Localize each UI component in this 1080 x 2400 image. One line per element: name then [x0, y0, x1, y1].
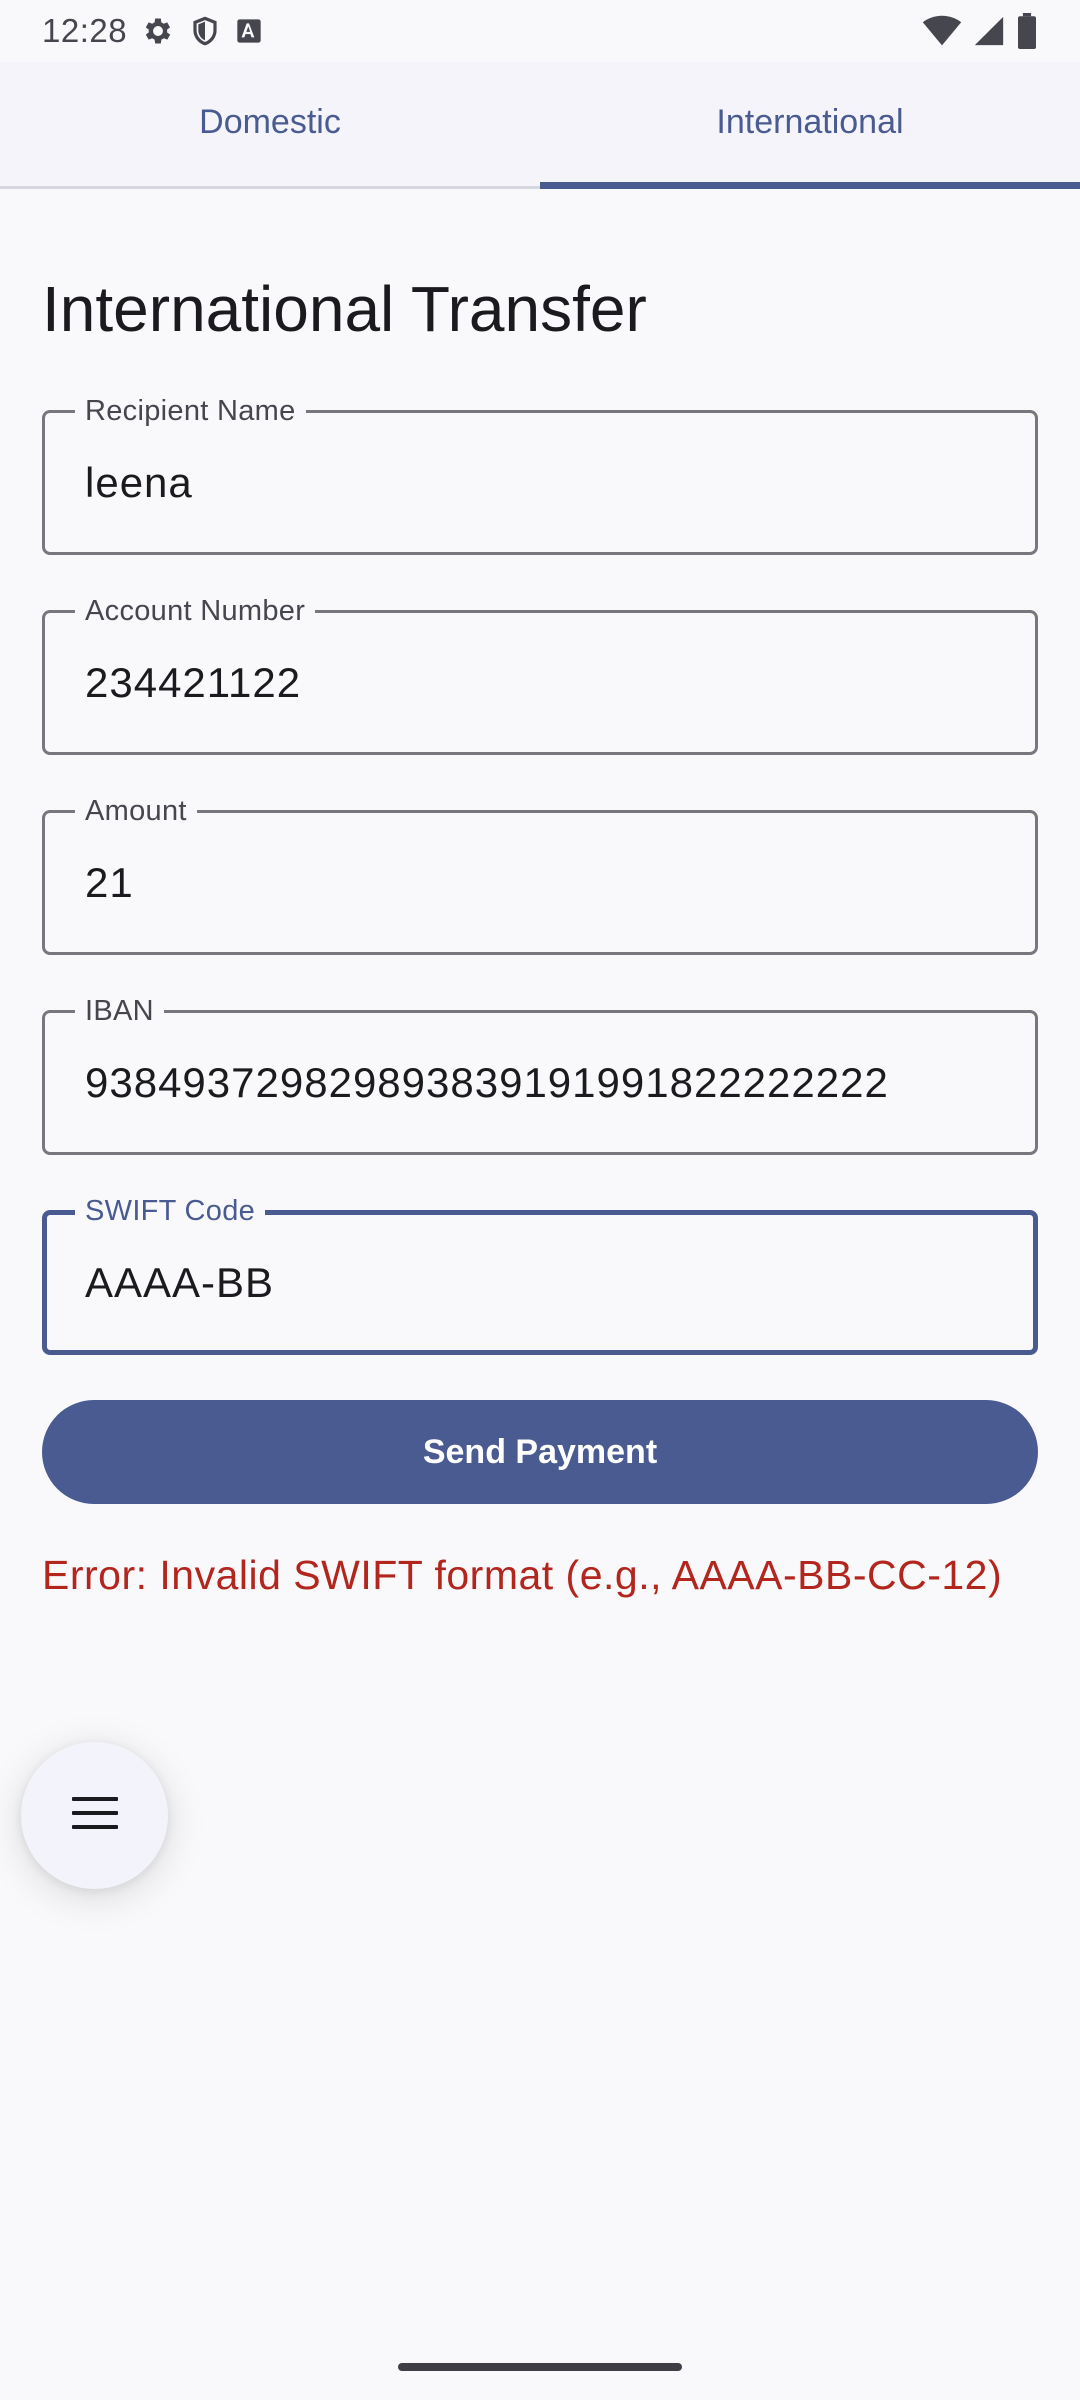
amount-field[interactable]: Amount 21 — [42, 794, 1038, 955]
account-number-field[interactable]: Account Number 234421122 — [42, 594, 1038, 755]
status-bar: 12:28 — [0, 0, 1080, 62]
amount-label: Amount — [75, 794, 197, 828]
menu-icon — [71, 1795, 119, 1836]
recipient-name-field[interactable]: Recipient Name leena — [42, 394, 1038, 555]
recipient-name-value[interactable]: leena — [85, 459, 193, 507]
status-right — [922, 13, 1038, 49]
account-number-value[interactable]: 234421122 — [85, 659, 301, 707]
gear-icon — [141, 14, 175, 48]
swift-code-label: SWIFT Code — [75, 1194, 266, 1228]
status-left: 12:28 — [42, 12, 263, 50]
tab-international[interactable]: International — [540, 62, 1080, 189]
recipient-name-label: Recipient Name — [75, 394, 306, 428]
home-indicator[interactable] — [398, 2363, 682, 2371]
wifi-icon — [922, 15, 962, 47]
iban-label: IBAN — [75, 994, 164, 1028]
page-title: International Transfer — [42, 273, 647, 345]
cell-signal-icon — [972, 14, 1006, 48]
send-payment-button[interactable]: Send Payment — [42, 1400, 1038, 1504]
amount-value[interactable]: 21 — [85, 859, 134, 907]
swift-code-value[interactable]: AAAA-BB — [85, 1259, 274, 1307]
battery-icon — [1016, 13, 1038, 49]
shield-icon — [189, 14, 221, 48]
tab-bar: Domestic International — [0, 62, 1080, 189]
account-number-label: Account Number — [75, 594, 316, 628]
error-message: Error: Invalid SWIFT format (e.g., AAAA-… — [42, 1552, 1003, 1598]
iban-value[interactable]: 938493729829893839191991822222222 — [85, 1059, 889, 1107]
menu-fab[interactable] — [21, 1742, 168, 1889]
swift-code-field[interactable]: SWIFT Code AAAA-BB — [42, 1194, 1038, 1355]
iban-field[interactable]: IBAN 938493729829893839191991822222222 — [42, 994, 1038, 1155]
status-time: 12:28 — [42, 12, 128, 49]
tab-domestic[interactable]: Domestic — [0, 62, 540, 186]
a-box-icon — [235, 17, 263, 45]
